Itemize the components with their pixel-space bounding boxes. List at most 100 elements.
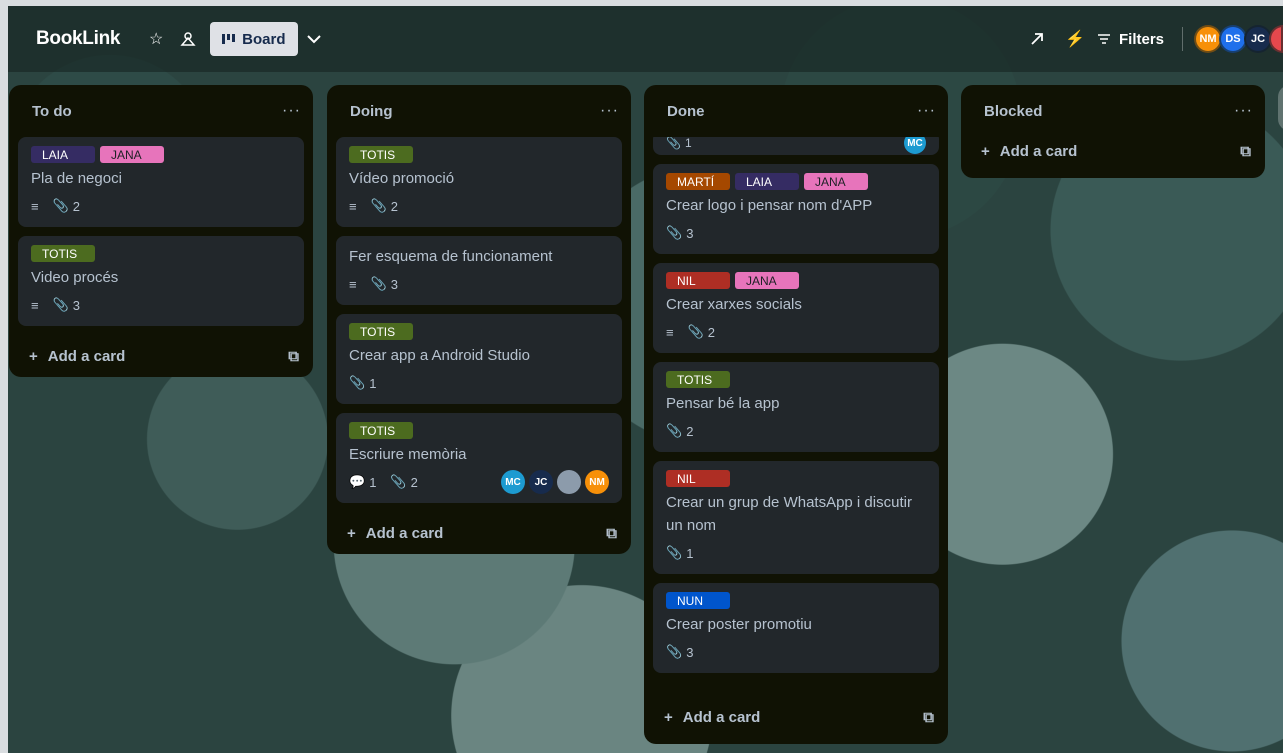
card[interactable]: LAIA JANA Pla de negoci ≡ 📎 2	[18, 137, 304, 227]
attachment-badge: 📎 3	[666, 225, 693, 241]
list-menu-icon[interactable]: ···	[1234, 102, 1253, 120]
attachment-icon: 📎	[666, 225, 683, 240]
list-menu-icon[interactable]: ···	[282, 102, 301, 120]
attachment-icon: 📎	[390, 474, 407, 489]
card[interactable]: 📎 1 MC	[653, 137, 939, 155]
attachment-icon: 📎	[370, 198, 387, 213]
create-from-template-icon[interactable]: ⧉	[288, 348, 299, 365]
card-label[interactable]: JANA	[804, 173, 868, 190]
card[interactable]: NIL JANA Crear xarxes socials ≡ 📎 2	[653, 263, 939, 353]
add-card-label: Add a card	[365, 524, 444, 542]
filters-button[interactable]: Filters	[1097, 31, 1164, 48]
card-label[interactable]: JANA	[100, 146, 164, 163]
avatar-photo[interactable]	[557, 470, 581, 494]
avatar[interactable]: NM	[1194, 25, 1222, 53]
create-from-template-icon[interactable]: ⧉	[606, 525, 617, 542]
comment-badge: 💬 1	[349, 474, 376, 490]
attachment-icon: 📎	[370, 276, 387, 291]
create-from-template-icon[interactable]: ⧉	[1240, 143, 1251, 160]
card-label[interactable]: TOTIS	[31, 245, 95, 262]
card-title: Crear un grup de WhatsApp i discutir un …	[666, 494, 912, 534]
attachment-count: 1	[686, 545, 694, 561]
power-ups-icon[interactable]	[1021, 23, 1053, 55]
card[interactable]: NUN Crear poster promotiu 📎 3	[653, 583, 939, 673]
avatar[interactable]: JC	[1244, 25, 1272, 53]
add-card-button[interactable]: + Add a card ⧉	[9, 335, 313, 377]
card-label[interactable]: NUN	[666, 592, 730, 609]
card-label[interactable]: TOTIS	[349, 422, 413, 439]
avatar[interactable]: NM	[585, 470, 609, 494]
card-title: Vídeo promoció	[349, 170, 455, 187]
automation-icon[interactable]: ⚡	[1059, 23, 1091, 55]
card[interactable]: TOTIS Video procés ≡ 📎 3	[18, 236, 304, 326]
card[interactable]: TOTIS Pensar bé la app 📎 2	[653, 362, 939, 452]
board-members: NM DS JC	[1194, 25, 1283, 53]
avatar[interactable]: JC	[529, 470, 553, 494]
attachment-count: 2	[686, 423, 694, 439]
card-label[interactable]: TOTIS	[666, 371, 730, 388]
card-label[interactable]: NIL	[666, 272, 730, 289]
card[interactable]: TOTIS Vídeo promoció ≡ 📎 2	[336, 137, 622, 227]
board-title[interactable]: BookLink	[36, 28, 120, 50]
card[interactable]: TOTIS Escriure memòria 💬 1 📎 2 MC JC NM	[336, 413, 622, 503]
add-list-button[interactable]	[1278, 85, 1283, 131]
board-view-button[interactable]: Board	[210, 22, 298, 56]
attachment-icon: 📎	[666, 137, 681, 150]
avatar[interactable]	[1269, 25, 1283, 53]
list-title[interactable]: Doing	[350, 103, 393, 120]
attachment-badge: 📎 3	[371, 276, 398, 292]
card[interactable]: TOTIS Crear app a Android Studio 📎 1	[336, 314, 622, 404]
comment-count: 1	[369, 474, 377, 490]
add-card-label: Add a card	[999, 142, 1078, 160]
list-menu-icon[interactable]: ···	[600, 102, 619, 120]
card[interactable]: NIL Crear un grup de WhatsApp i discutir…	[653, 461, 939, 574]
attachment-icon: 📎	[349, 375, 366, 390]
attachment-badge: 📎 1	[666, 137, 692, 150]
list-scroll-area[interactable]: 📎 1 MC MARTÍ LAIA JANA Crear logo i pensa…	[644, 137, 948, 697]
add-card-button[interactable]: + Add a card ⧉	[327, 512, 631, 554]
chevron-down-icon[interactable]	[298, 23, 330, 55]
avatar[interactable]: MC	[904, 137, 926, 154]
add-card-button[interactable]: + Add a card ⧉	[961, 130, 1265, 172]
attachment-count: 1	[369, 375, 377, 391]
list-title[interactable]: Done	[667, 103, 705, 120]
attachment-icon: 📎	[666, 545, 683, 560]
attachment-icon: 📎	[666, 423, 683, 438]
attachment-icon: 📎	[687, 324, 704, 339]
star-icon[interactable]: ☆	[140, 23, 172, 55]
list-title[interactable]: Blocked	[984, 103, 1042, 120]
board-view-label: Board	[242, 30, 286, 48]
create-from-template-icon[interactable]: ⧉	[923, 709, 934, 726]
attachment-badge: 📎 2	[390, 474, 417, 490]
card-label[interactable]: LAIA	[735, 173, 799, 190]
list-title[interactable]: To do	[32, 103, 72, 120]
attachment-badge: 📎 2	[53, 198, 80, 214]
list-menu-icon[interactable]: ···	[917, 102, 936, 120]
card[interactable]: Fer esquema de funcionament ≡ 📎 3	[336, 236, 622, 305]
list-header: To do ···	[9, 85, 313, 137]
attachment-icon: 📎	[666, 644, 683, 659]
workspace-visibility-icon[interactable]	[172, 23, 204, 55]
attachment-badge: 📎 2	[666, 423, 693, 439]
attachment-badge: 📎 3	[666, 644, 693, 660]
avatar[interactable]: DS	[1219, 25, 1247, 53]
card-label[interactable]: LAIA	[31, 146, 95, 163]
attachment-count: 2	[390, 198, 399, 214]
card-label[interactable]: TOTIS	[349, 146, 413, 163]
card-label[interactable]: NIL	[666, 470, 730, 487]
comment-icon: 💬	[349, 474, 366, 489]
list-done: Done ··· 📎 1 MC MARTÍ LAIA JANA Crear log…	[644, 85, 948, 744]
card-label[interactable]: MARTÍ	[666, 173, 730, 190]
avatar[interactable]: MC	[501, 470, 525, 494]
add-card-button[interactable]: + Add a card ⧉	[644, 696, 948, 738]
card-label[interactable]: TOTIS	[349, 323, 413, 340]
list-header: Done ···	[644, 85, 948, 137]
card-title: Video procés	[31, 269, 119, 286]
card[interactable]: MARTÍ LAIA JANA Crear logo i pensar nom …	[653, 164, 939, 254]
filter-icon	[1097, 34, 1110, 44]
attachment-badge: 📎 3	[53, 297, 80, 313]
attachment-count: 3	[686, 225, 694, 241]
header-separator	[1182, 27, 1183, 51]
attachment-count: 3	[72, 297, 81, 313]
card-label[interactable]: JANA	[735, 272, 799, 289]
